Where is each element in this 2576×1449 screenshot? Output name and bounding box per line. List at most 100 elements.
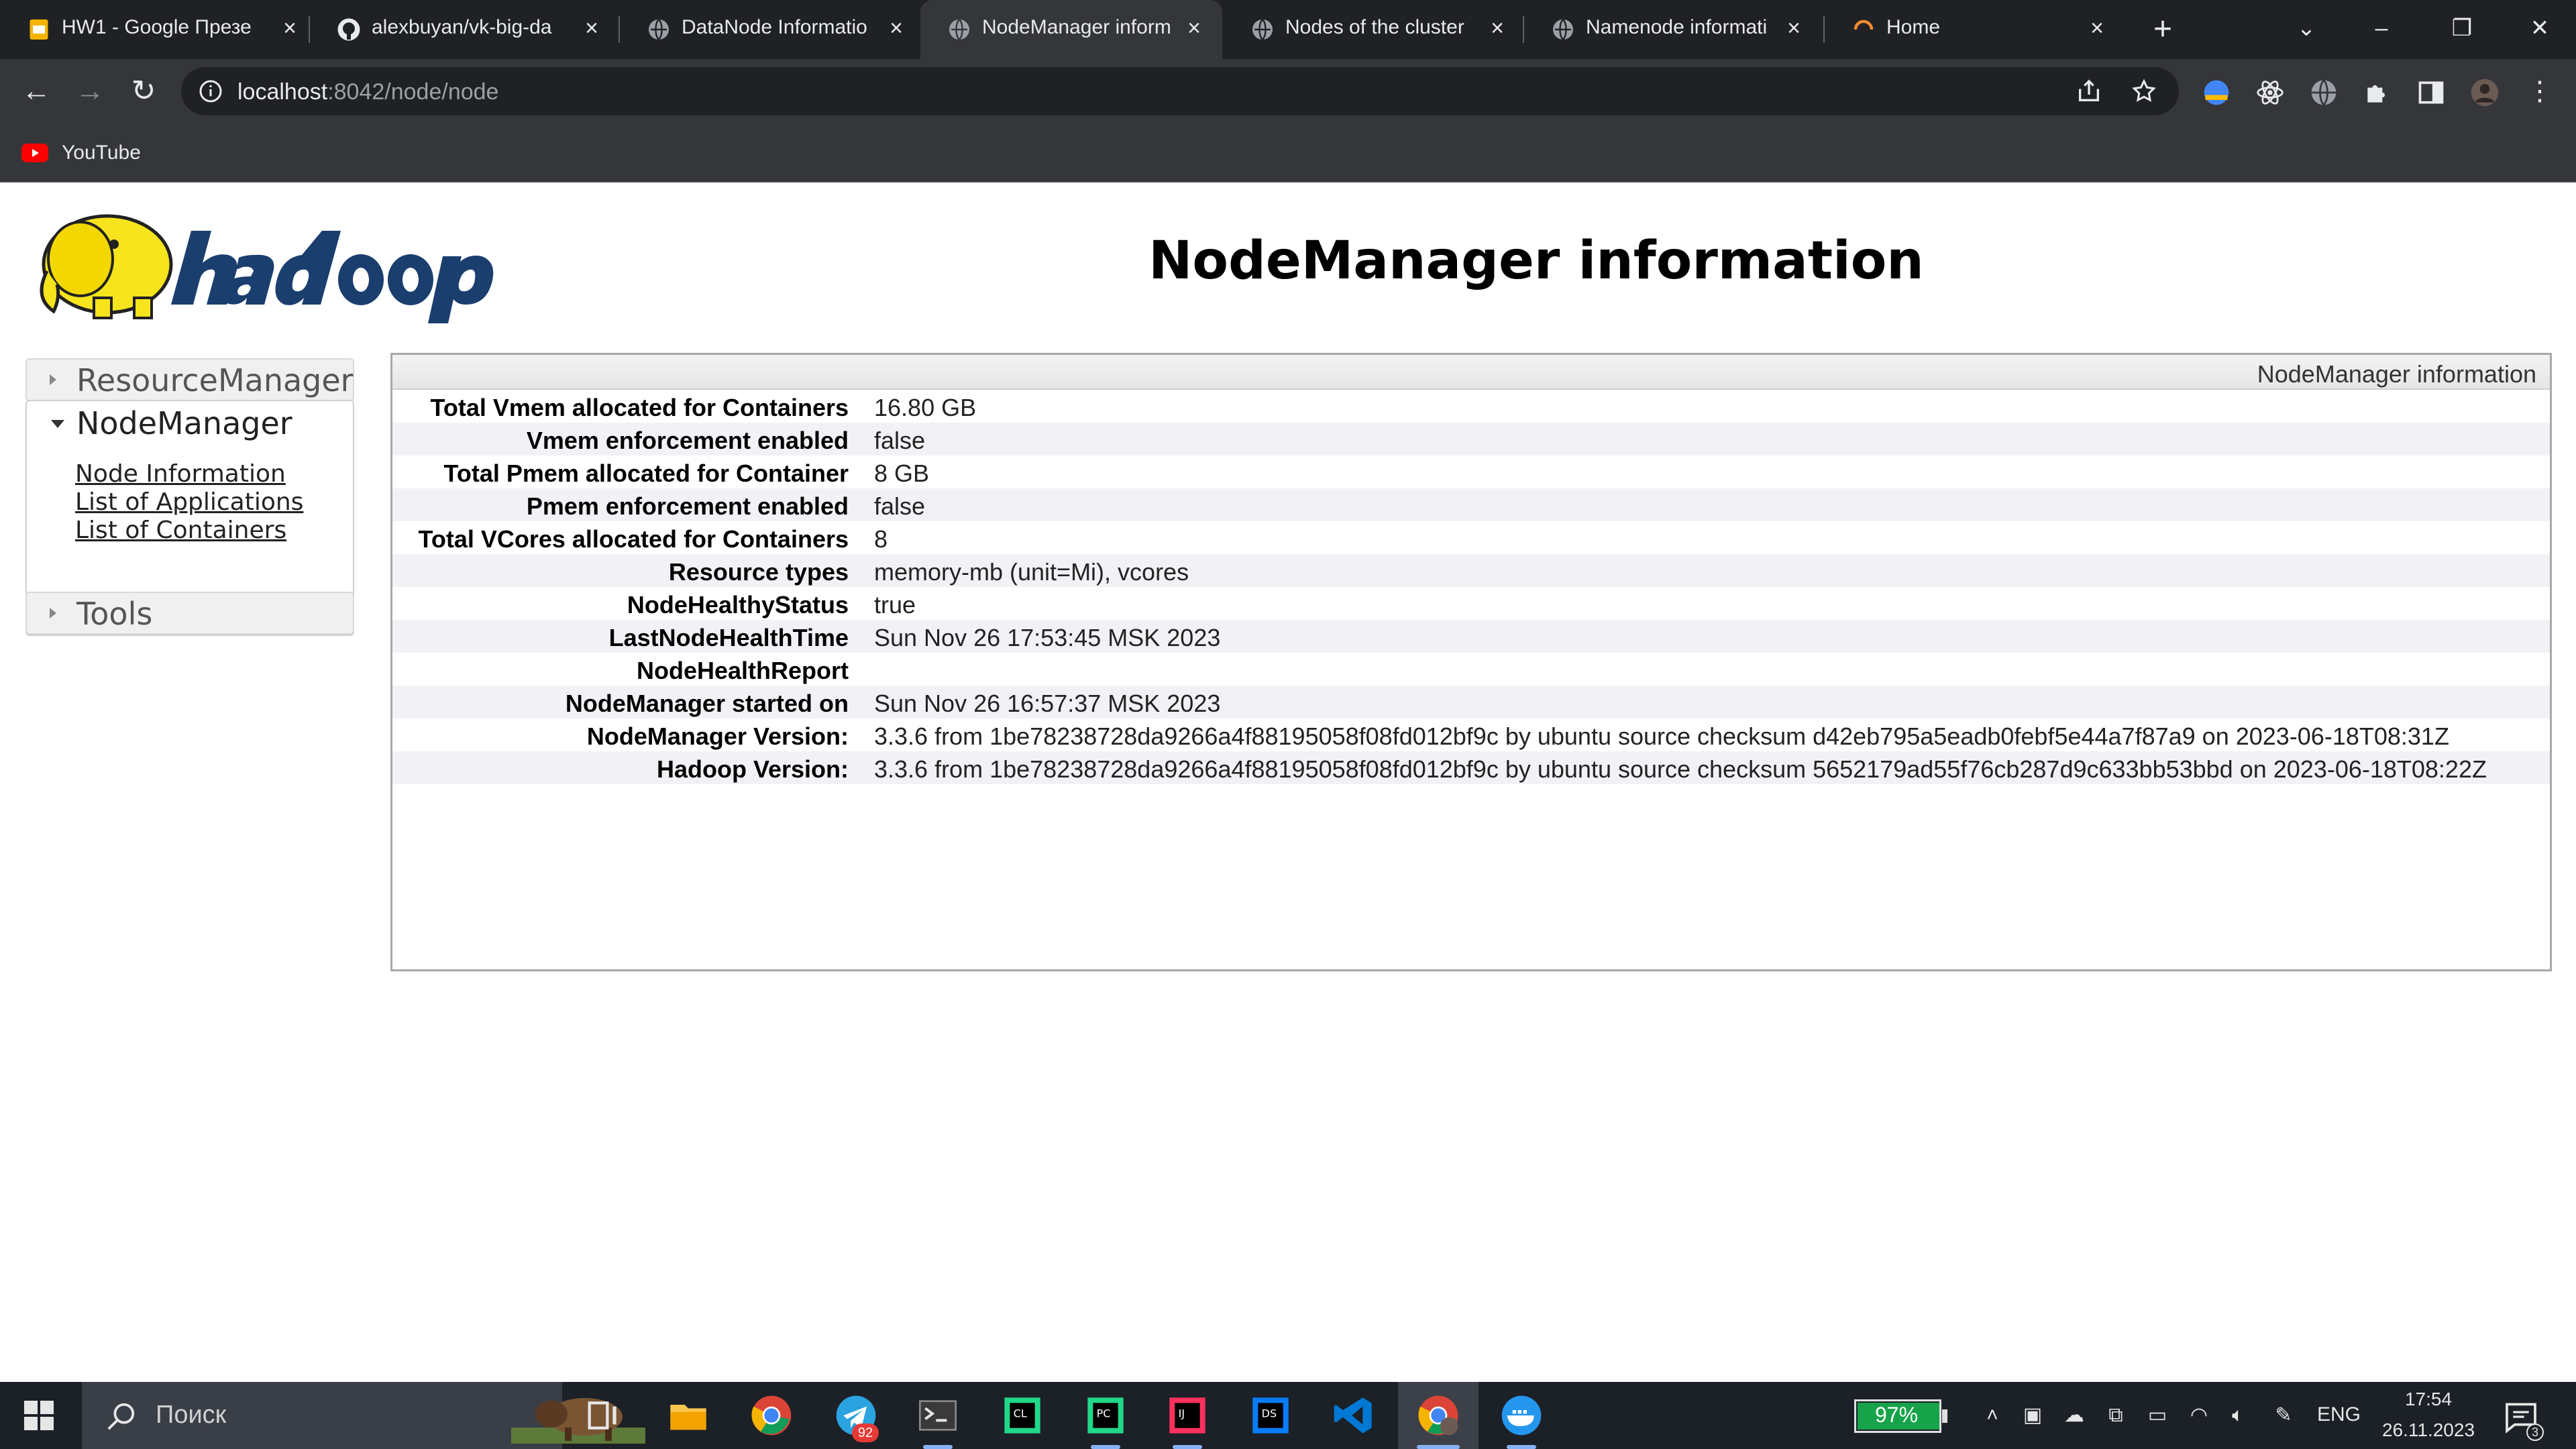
pen-icon[interactable]: ✎ [2270, 1402, 2297, 1429]
notification-count: 3 [2526, 1424, 2544, 1441]
table-row: Hadoop Version: 3.3.6 from 1be78238728da9… [392, 751, 2550, 784]
pycharm-icon[interactable]: PC [1084, 1394, 1127, 1437]
tab-nodemanager[interactable]: NodeManager inform × [920, 0, 1222, 59]
screen-capture-icon[interactable]: ⧉ [2102, 1402, 2129, 1429]
close-tab-icon[interactable]: × [578, 15, 605, 42]
close-window-button[interactable]: ✕ [2520, 9, 2560, 47]
tab-title: DataNode Informatio [682, 16, 867, 38]
new-tab-button[interactable]: + [2145, 12, 2180, 47]
extensions-puzzle-icon[interactable] [2363, 78, 2392, 107]
bookmark-youtube[interactable]: YouTube [21, 138, 141, 168]
vscode-icon[interactable] [1332, 1394, 1375, 1437]
row-key: NodeManager Version: [586, 722, 849, 750]
row-key: NodeHealthyStatus [627, 591, 849, 619]
close-tab-icon[interactable]: × [276, 15, 303, 42]
profile-avatar[interactable] [2470, 78, 2500, 107]
onedrive-cloud-icon[interactable]: ☁ [2061, 1402, 2088, 1429]
row-value: 3.3.6 from 1be78238728da9266a4f88195058f… [874, 755, 2487, 783]
close-tab-icon[interactable]: × [1484, 15, 1511, 42]
intellij-idea-icon[interactable]: IJ [1166, 1394, 1209, 1437]
nav-resourcemanager[interactable]: ResourceManager [25, 358, 354, 401]
back-button[interactable]: ← [17, 72, 55, 110]
table-row: Total Pmem allocated for Container 8 GB [392, 455, 2550, 488]
chrome-profile-taskbar-icon[interactable] [1417, 1394, 1460, 1437]
chrome-menu-icon[interactable]: ⋮ [2521, 72, 2559, 110]
windows-start-icon[interactable] [23, 1399, 55, 1432]
docker-icon[interactable] [1500, 1394, 1543, 1437]
tab-title: NodeManager inform [982, 16, 1171, 38]
clion-icon[interactable]: CL [1001, 1394, 1044, 1437]
tab-title: Namenode informati [1586, 16, 1768, 38]
row-value: 8 [874, 525, 888, 553]
globe-icon [949, 19, 969, 40]
row-value: 3.3.6 from 1be78238728da9266a4f88195058f… [874, 722, 2449, 750]
google-extension-icon[interactable] [2202, 78, 2231, 107]
forward-button[interactable]: → [71, 72, 109, 110]
tab-title: Home [1886, 16, 1941, 38]
tab-title: HW1 - Google Презе [62, 16, 252, 38]
row-key: NodeHealthReport [636, 657, 849, 684]
url-host: localhost [237, 79, 328, 105]
row-key: NodeManager started on [565, 690, 849, 717]
reload-button[interactable]: ↻ [125, 72, 162, 110]
table-caption: NodeManager information [392, 355, 2550, 390]
url-path: :8042/node/node [327, 79, 499, 105]
tab-home[interactable]: Home × [1825, 0, 2124, 59]
tab-namenode[interactable]: Namenode informati × [1524, 0, 1823, 59]
file-explorer-icon[interactable] [667, 1394, 710, 1437]
address-bar[interactable]: localhost:8042/node/node [181, 67, 2179, 115]
share-icon[interactable] [2076, 78, 2102, 105]
nodemanager-info-table: NodeManager information Total Vmem alloc… [390, 353, 2552, 971]
nav-link-node-information[interactable]: Node Information [75, 460, 286, 488]
show-hidden-icons-chevron[interactable]: ˄ [1979, 1402, 2006, 1429]
running-indicator [923, 1445, 953, 1449]
close-tab-icon[interactable]: × [883, 15, 910, 42]
close-tab-icon[interactable]: × [2084, 15, 2110, 42]
react-devtools-icon[interactable] [2255, 78, 2285, 107]
bison-search-highlight-icon [511, 1398, 645, 1444]
close-tab-icon[interactable]: × [1780, 15, 1807, 42]
hadoop-logo[interactable] [27, 197, 530, 325]
running-indicator [1507, 1445, 1536, 1449]
row-key: Resource types [668, 558, 849, 586]
vpn-globe-icon[interactable] [2309, 78, 2339, 107]
minimize-button[interactable]: – [2361, 9, 2402, 47]
volume-icon[interactable]: 🔈︎ [2224, 1402, 2251, 1429]
row-value: true [874, 591, 916, 619]
dataspell-icon[interactable]: DS [1249, 1394, 1292, 1437]
tab-search-icon[interactable]: ⌄ [2286, 9, 2326, 47]
table-row: Total VCores allocated for Containers 8 [392, 521, 2550, 554]
row-value: 16.80 GB [874, 394, 977, 421]
tab-nodes-cluster[interactable]: Nodes of the cluster × [1224, 0, 1523, 59]
nav-link-list-of-containers[interactable]: List of Containers [75, 517, 286, 544]
wifi-icon[interactable]: ◠ [2186, 1402, 2212, 1429]
restore-button[interactable]: ❐ [2442, 9, 2482, 47]
tab-hw1-slides[interactable]: HW1 - Google Презе × [0, 0, 309, 59]
close-tab-icon[interactable]: × [1181, 15, 1208, 42]
camera-icon[interactable]: ▣ [2019, 1402, 2046, 1429]
running-indicator [1417, 1445, 1460, 1449]
row-value: false [874, 427, 926, 454]
task-view-icon[interactable] [582, 1394, 625, 1437]
terminal-icon[interactable] [916, 1394, 959, 1437]
nav-tools[interactable]: Tools [25, 592, 354, 635]
bookmark-star-icon[interactable] [2131, 78, 2157, 105]
chrome-taskbar-icon[interactable] [750, 1394, 793, 1437]
tab-github[interactable]: alexbuyan/vk-big-da × [310, 0, 619, 59]
row-key: Total Pmem allocated for Container [443, 460, 849, 487]
nav-link-list-of-applications[interactable]: List of Applications [75, 488, 303, 516]
tab-datanode[interactable]: DataNode Informatio × [620, 0, 919, 59]
site-info-icon[interactable] [199, 79, 223, 103]
input-language[interactable]: ENG [2317, 1403, 2361, 1426]
battery-indicator[interactable]: 97% [1854, 1399, 1947, 1433]
clock-time[interactable]: 17:54 [2381, 1389, 2475, 1410]
search-placeholder: Поиск [156, 1401, 227, 1429]
taskbar-search-box[interactable]: Поиск [82, 1382, 645, 1449]
table-row: Total Vmem allocated for Containers 16.80… [392, 390, 2550, 423]
nav-nodemanager[interactable]: NodeManager [27, 401, 353, 444]
clock-date[interactable]: 26.11.2023 [2375, 1419, 2482, 1441]
side-panel-icon[interactable] [2416, 78, 2446, 107]
table-row: NodeManager started on Sun Nov 26 16:57:3… [392, 686, 2550, 718]
battery-tray-icon[interactable]: ▭ [2144, 1402, 2171, 1429]
table-row: NodeManager Version: 3.3.6 from 1be782387… [392, 718, 2550, 751]
